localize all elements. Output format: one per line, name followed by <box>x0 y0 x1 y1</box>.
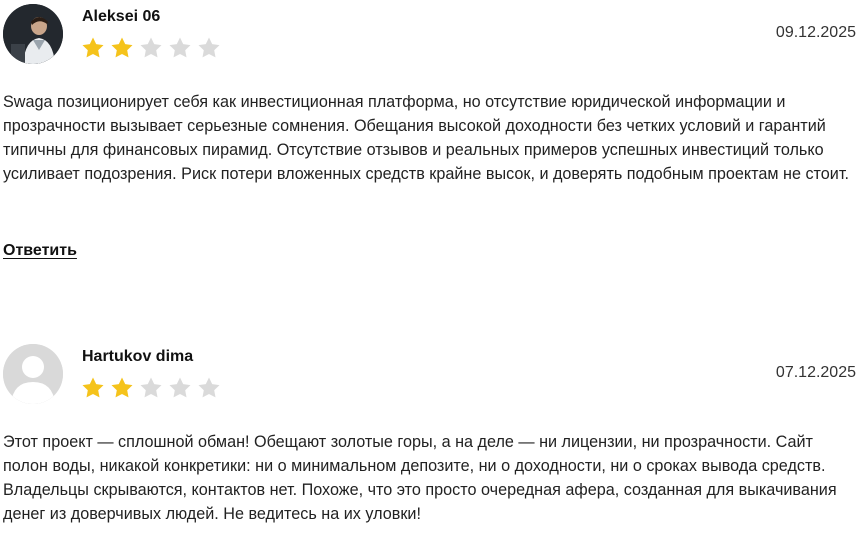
reply-button[interactable]: Ответить <box>3 242 77 260</box>
star-rating <box>81 36 221 60</box>
review-text: Swaga позиционирует себя как инвестицион… <box>3 93 849 183</box>
star-empty-icon <box>169 377 191 398</box>
review-author: Hartukov dima <box>82 348 194 365</box>
review-author: Aleksei 06 <box>82 8 161 25</box>
star-filled-icon <box>111 37 133 58</box>
star-empty-icon <box>169 37 191 58</box>
user-avatar[interactable] <box>3 4 63 64</box>
user-photo-icon <box>3 4 63 64</box>
star-empty-icon <box>198 377 220 398</box>
star-filled-icon <box>111 377 133 398</box>
star-rating <box>81 376 221 400</box>
user-avatar[interactable] <box>3 344 63 404</box>
review-date: 07.12.2025 <box>775 364 856 381</box>
star-filled-icon <box>82 37 104 58</box>
star-empty-icon <box>140 37 162 58</box>
default-user-icon <box>3 344 63 404</box>
review-text: Этот проект — сплошной обман! Обещают зо… <box>3 433 837 523</box>
star-filled-icon <box>82 377 104 398</box>
star-empty-icon <box>140 377 162 398</box>
review-date: 09.12.2025 <box>775 24 856 41</box>
star-empty-icon <box>198 37 220 58</box>
